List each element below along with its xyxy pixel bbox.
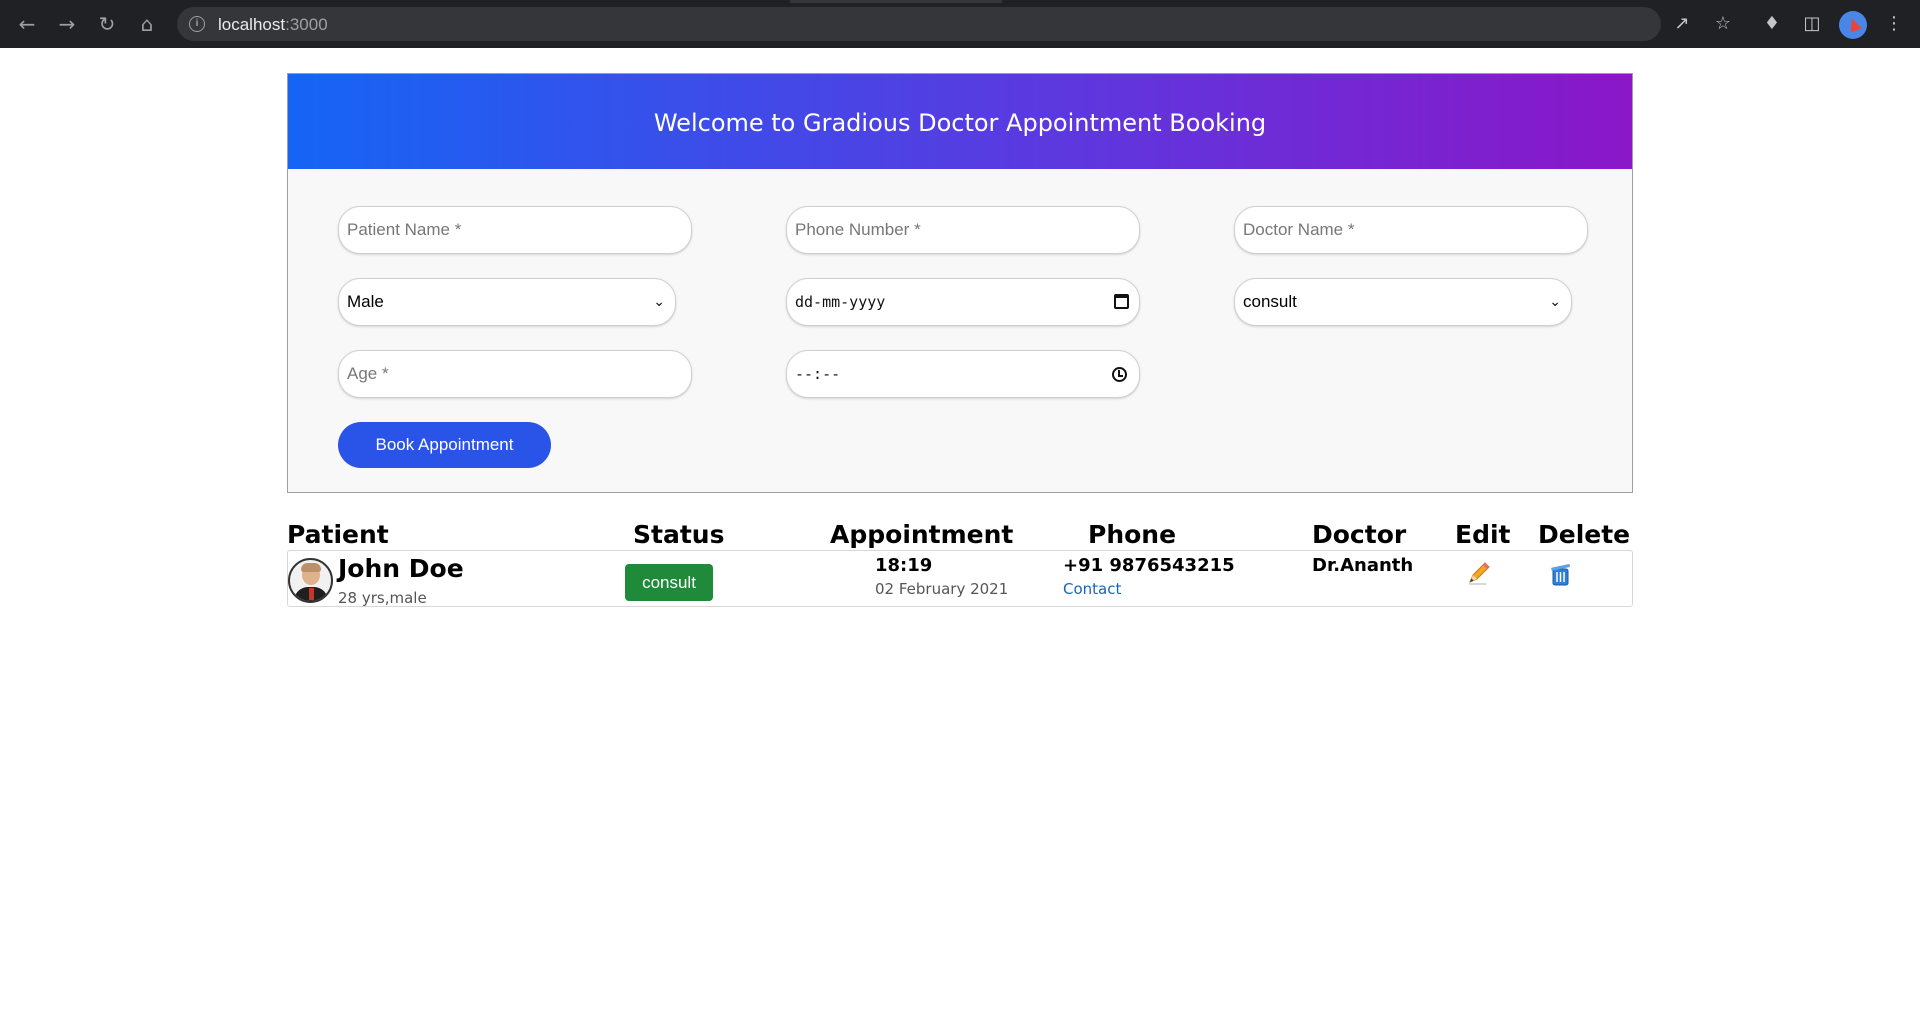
doctor-name-input[interactable]: Doctor Name * bbox=[1234, 206, 1588, 254]
header-doctor: Doctor bbox=[1312, 520, 1407, 549]
extensions-puzzle-icon[interactable]: ♦ bbox=[1758, 10, 1786, 38]
welcome-banner: Welcome to Gradious Doctor Appointment B… bbox=[288, 74, 1632, 169]
book-appointment-button[interactable]: Book Appointment bbox=[338, 422, 551, 468]
menu-kebab-icon[interactable]: ⋮ bbox=[1880, 10, 1908, 38]
profile-avatar-icon[interactable] bbox=[1839, 11, 1867, 39]
bookmark-star-icon[interactable]: ☆ bbox=[1709, 10, 1737, 38]
pencil-edit-icon[interactable] bbox=[1466, 560, 1492, 586]
patient-avatar bbox=[288, 558, 333, 603]
date-input-value: dd-mm-yyyy bbox=[795, 293, 886, 311]
time-input-value: --:-- bbox=[795, 365, 841, 383]
gender-select[interactable]: Male ⌄ bbox=[338, 278, 676, 326]
appointment-date: 02 February 2021 bbox=[875, 580, 1009, 598]
clock-icon[interactable] bbox=[1112, 367, 1127, 382]
header-edit: Edit bbox=[1455, 520, 1511, 549]
patient-name: John Doe bbox=[338, 554, 464, 583]
url-port: :3000 bbox=[285, 15, 328, 34]
header-patient: Patient bbox=[287, 520, 389, 549]
active-tab-indicator bbox=[790, 0, 1002, 3]
patient-age-gender: 28 yrs,male bbox=[338, 589, 427, 607]
header-status: Status bbox=[633, 520, 725, 549]
trash-delete-icon[interactable] bbox=[1547, 561, 1573, 587]
chevron-down-icon: ⌄ bbox=[1549, 294, 1561, 310]
side-panel-icon[interactable]: ◫ bbox=[1798, 10, 1826, 38]
avatar-tie bbox=[309, 588, 314, 600]
url-text[interactable]: localhost:3000 bbox=[218, 15, 328, 35]
doctor-name: Dr.Ananth bbox=[1312, 555, 1414, 576]
status-select-value: consult bbox=[1243, 292, 1297, 311]
header-phone: Phone bbox=[1088, 520, 1177, 549]
url-host: localhost bbox=[218, 15, 286, 34]
calendar-icon[interactable] bbox=[1114, 294, 1129, 309]
banner-title: Welcome to Gradious Doctor Appointment B… bbox=[653, 109, 1267, 137]
forward-icon[interactable]: → bbox=[53, 10, 81, 38]
header-appointment: Appointment bbox=[830, 520, 1014, 549]
home-icon[interactable]: ⌂ bbox=[133, 10, 161, 38]
address-bar[interactable]: i localhost:3000 bbox=[177, 7, 1661, 41]
age-input[interactable]: Age * bbox=[338, 350, 692, 398]
browser-toolbar: ← → ↻ ⌂ i localhost:3000 ↗ ☆ ♦ ◫ ⋮ bbox=[0, 0, 1920, 48]
contact-link[interactable]: Contact bbox=[1063, 580, 1121, 598]
share-icon[interactable]: ↗ bbox=[1668, 10, 1696, 38]
status-select[interactable]: consult ⌄ bbox=[1234, 278, 1572, 326]
back-icon[interactable]: ← bbox=[13, 10, 41, 38]
phone-number: +91 9876543215 bbox=[1063, 555, 1235, 576]
chevron-down-icon: ⌄ bbox=[653, 294, 665, 310]
date-input[interactable]: dd-mm-yyyy bbox=[786, 278, 1140, 326]
phone-number-input[interactable]: Phone Number * bbox=[786, 206, 1140, 254]
patient-name-input[interactable]: Patient Name * bbox=[338, 206, 692, 254]
status-badge: consult bbox=[625, 564, 713, 601]
time-input[interactable]: --:-- bbox=[786, 350, 1140, 398]
avatar-hair bbox=[301, 563, 321, 572]
table-row bbox=[287, 550, 1633, 607]
appointment-time: 18:19 bbox=[875, 555, 933, 576]
gender-select-value: Male bbox=[347, 292, 384, 311]
site-info-icon[interactable]: i bbox=[189, 16, 205, 32]
booking-form-card: Welcome to Gradious Doctor Appointment B… bbox=[287, 73, 1633, 493]
reload-icon[interactable]: ↻ bbox=[93, 10, 121, 38]
header-delete: Delete bbox=[1538, 520, 1631, 549]
